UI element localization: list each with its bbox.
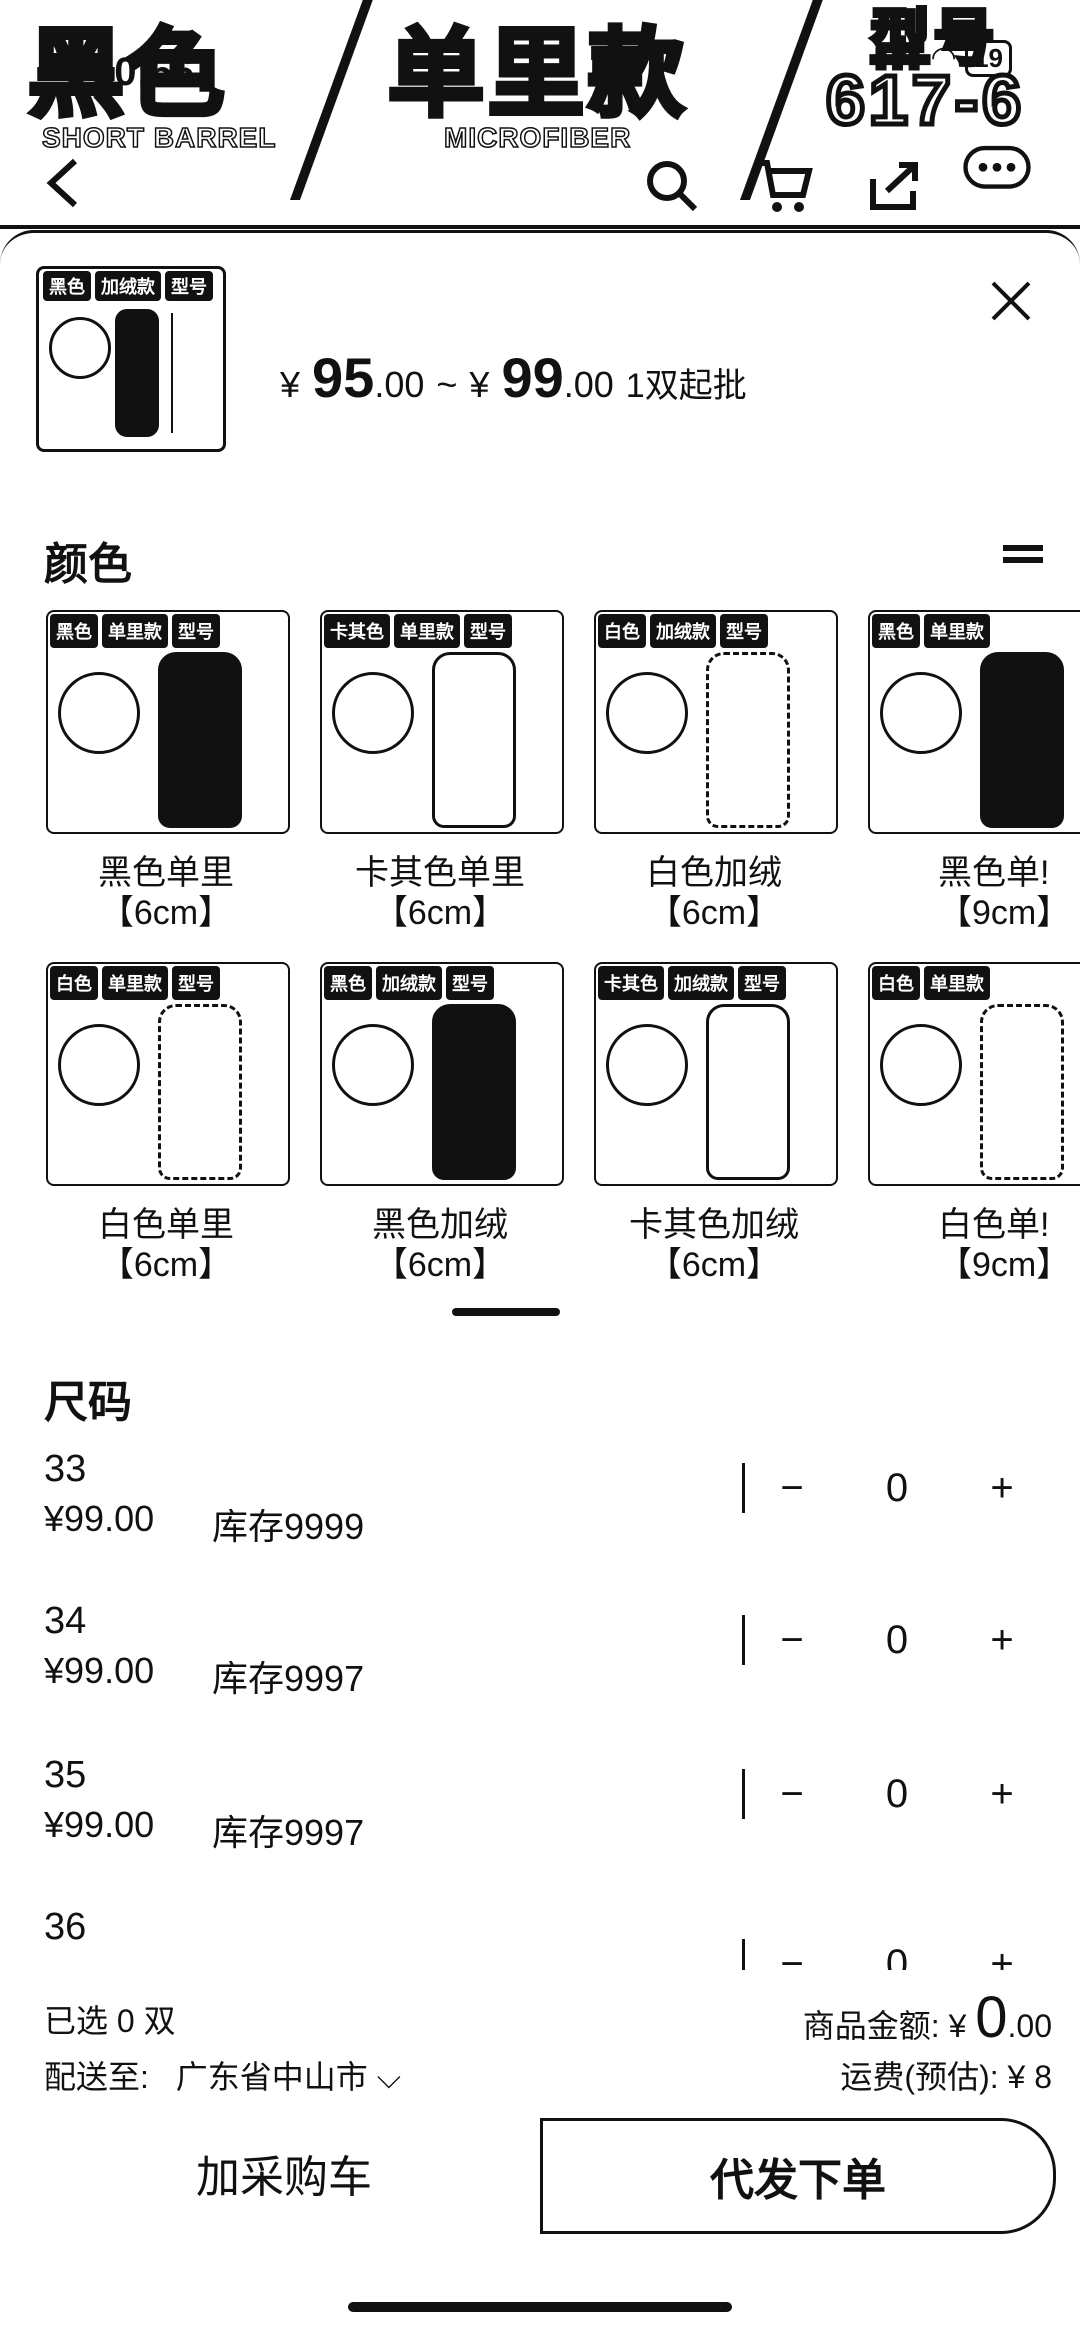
- cart-icon[interactable]: [748, 150, 818, 220]
- quantity-stepper[interactable]: − 0 +: [742, 1610, 1052, 1670]
- quantity-value[interactable]: 0: [827, 1942, 967, 1971]
- more-icon[interactable]: [962, 134, 1032, 204]
- status-time: 10:56: [92, 50, 195, 94]
- freight-estimate: 运费(预估): ¥ 8: [840, 2059, 1052, 2095]
- minus-button[interactable]: −: [757, 1942, 827, 1971]
- plus-button[interactable]: +: [967, 1942, 1037, 1971]
- banner-title-mid: 单里款: [386, 19, 688, 131]
- quantity-stepper[interactable]: − 0 +: [742, 1458, 1052, 1518]
- price-min: 95: [312, 346, 375, 409]
- color-option-white-single-9cm[interactable]: 白色 单里款 白色单! 【9cm】: [858, 962, 1080, 1292]
- size-row-35: 35 ¥99.00 库存9997 − 0 +: [44, 1754, 1044, 1904]
- signal-icon: ▮▮▮: [872, 41, 923, 74]
- plus-button[interactable]: +: [967, 1466, 1037, 1511]
- back-arrow-icon[interactable]: [28, 148, 98, 218]
- price-max: 99: [501, 346, 564, 409]
- add-to-cart-button[interactable]: 加采购车: [44, 2118, 524, 2228]
- quantity-value[interactable]: 0: [827, 1618, 967, 1663]
- shipping-destination[interactable]: 配送至: 广东省中山市 ⌵: [44, 2052, 401, 2098]
- close-icon[interactable]: [976, 266, 1046, 336]
- quantity-stepper[interactable]: − 0 +: [742, 1934, 1044, 1970]
- shipping-city[interactable]: 广东省中山市: [176, 2059, 368, 2095]
- color-option-black-fleece[interactable]: 黑色 加绒款 型号 黑色加绒 【6cm】: [310, 962, 570, 1292]
- size-section-title: 尺码: [44, 1378, 132, 1427]
- dropship-order-button[interactable]: 代发下单: [540, 2118, 1056, 2234]
- quantity-value[interactable]: 0: [827, 1466, 967, 1511]
- selected-count: 已选 0 双: [44, 2003, 176, 2039]
- quantity-stepper[interactable]: − 0 +: [742, 1764, 1052, 1824]
- color-option-khaki-single[interactable]: 卡其色 单里款 型号 卡其色单里 【6cm】: [310, 610, 570, 940]
- amount-total: 商品金额: ¥ 0.00: [802, 1985, 1052, 2050]
- banner-sub-mid: MICROFIBER: [443, 121, 632, 154]
- plus-button[interactable]: +: [967, 1618, 1037, 1663]
- color-option-black-single-9cm[interactable]: 黑色 单里款 黑色单! 【9cm】: [858, 610, 1080, 940]
- list-view-icon[interactable]: [988, 520, 1058, 590]
- color-section-title: 颜色: [44, 540, 132, 589]
- page-indicator: [452, 1308, 560, 1316]
- size-row-36: 36 − 0 +: [44, 1906, 1044, 1970]
- color-option-khaki-fleece[interactable]: 卡其色 加绒款 型号 卡其色加绒 【6cm】: [584, 962, 844, 1292]
- price-range: ¥95.00 ~ ¥99.00 1双起批: [280, 346, 747, 409]
- minus-button[interactable]: −: [757, 1618, 827, 1663]
- minus-button[interactable]: −: [757, 1772, 827, 1817]
- moq-label: 1双起批: [625, 367, 747, 405]
- search-icon[interactable]: [636, 150, 706, 220]
- chevron-down-icon: ⌵: [376, 2059, 401, 2095]
- size-row-33: 33 ¥99.00 库存9999 − 0 +: [44, 1448, 1044, 1598]
- size-row-34: 34 ¥99.00 库存9997 − 0 +: [44, 1600, 1044, 1750]
- product-thumbnail: 黑色 加绒款 型号: [36, 266, 226, 452]
- wifi-icon: ◠: [930, 41, 957, 74]
- minus-button[interactable]: −: [757, 1466, 827, 1511]
- amount-int: 0: [975, 1985, 1008, 2050]
- status-icons: ▮▮▮ ◠ 19: [873, 40, 1012, 77]
- quantity-value[interactable]: 0: [827, 1772, 967, 1817]
- color-option-white-fleece[interactable]: 白色 加绒款 型号 白色加绒 【6cm】: [584, 610, 844, 940]
- battery-icon: 19: [965, 40, 1012, 77]
- color-option-white-single[interactable]: 白色 单里款 型号 白色单里 【6cm】: [36, 962, 296, 1292]
- home-indicator[interactable]: [348, 2302, 732, 2312]
- share-icon[interactable]: [858, 150, 928, 220]
- plus-button[interactable]: +: [967, 1772, 1037, 1817]
- color-option-black-single[interactable]: 黑色 单里款 型号 黑色单里 【6cm】: [36, 610, 296, 940]
